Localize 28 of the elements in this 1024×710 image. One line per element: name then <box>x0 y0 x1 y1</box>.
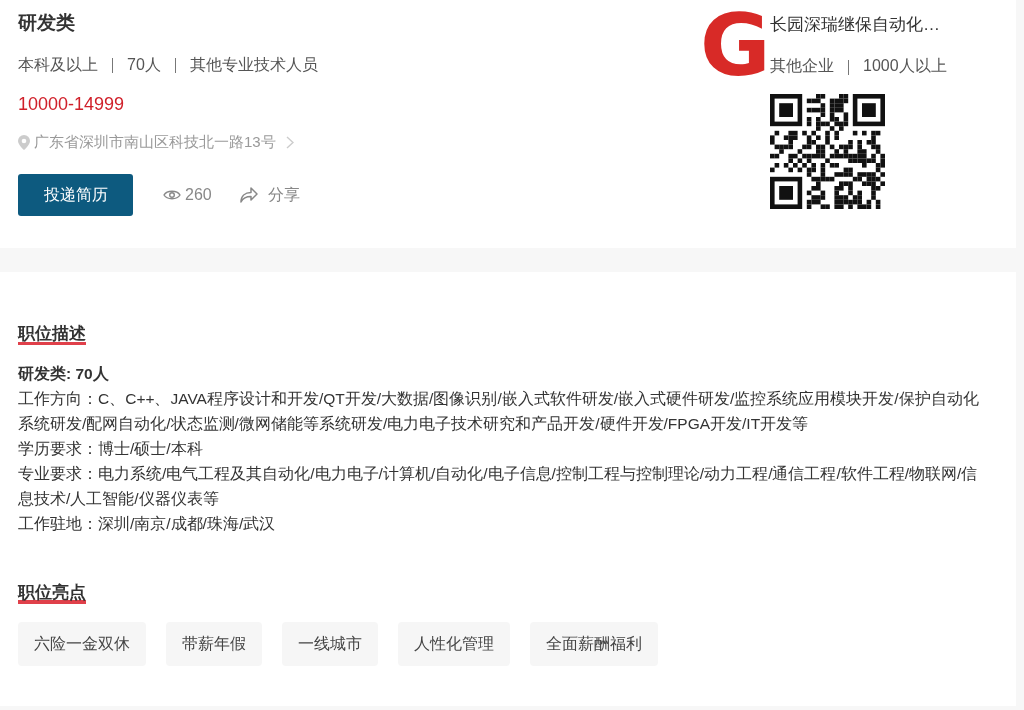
eye-icon <box>163 189 181 201</box>
benefit-tag: 带薪年假 <box>166 622 262 666</box>
paragraph: 专业要求：电力系统/电气工程及其自动化/电力电子/计算机/自动化/电子信息/控制工程与控制理论/动力工程/通信工程/软件工程/物联网/信息技术/人工智能/仪器仪表等 <box>18 464 979 509</box>
company-meta: 其他企业 <box>770 55 834 76</box>
paragraph: 研发类: 70人 <box>18 364 110 384</box>
benefit-tag: 六险一金双休 <box>18 622 146 666</box>
section-title: 职位描述 <box>18 322 86 347</box>
job-meta: 其他专业技术人员 <box>189 55 318 75</box>
chevron-right-icon <box>285 136 294 149</box>
location-pin-icon <box>18 135 30 150</box>
share-arrow-icon <box>239 187 258 203</box>
apply-button[interactable]: 投递简历 <box>18 174 133 216</box>
paragraph: 学历要求：博士/硕士/本科 <box>18 439 204 459</box>
job-title: 研发类 <box>18 11 76 35</box>
company-meta: 1000人以上 <box>863 55 947 76</box>
company-name[interactable]: 长园深瑞继保自动化… <box>770 13 1016 40</box>
paragraph: 工作方向：C、C++、JAVA程序设计和开发/QT开发/大数据/图像识别/嵌入式软件研发/嵌入式硬件研发/监控系统应用模块开发/保护自动化系统研发/配网自动化/状态监测/微网储能等系统研发/电力电子技术研究和产品开发/硬件开发/FPGA开发/IT开发等 <box>18 389 980 434</box>
benefit-tag: 人性化管理 <box>398 622 510 666</box>
section-title: 职位亮点 <box>18 581 86 606</box>
company-logo: G <box>700 10 770 80</box>
view-count: 260 <box>185 186 212 204</box>
benefit-tag: 全面薪酬福利 <box>530 622 658 666</box>
job-meta: 本科及以上 <box>18 55 98 75</box>
job-meta: 70人 <box>127 55 161 75</box>
paragraph: 工作驻地：深圳/南京/成都/珠海/武汉 <box>18 514 277 534</box>
share-link[interactable]: 分享 <box>267 184 300 206</box>
benefit-tag: 一线城市 <box>282 622 378 666</box>
salary: 10000-14999 <box>18 94 126 115</box>
